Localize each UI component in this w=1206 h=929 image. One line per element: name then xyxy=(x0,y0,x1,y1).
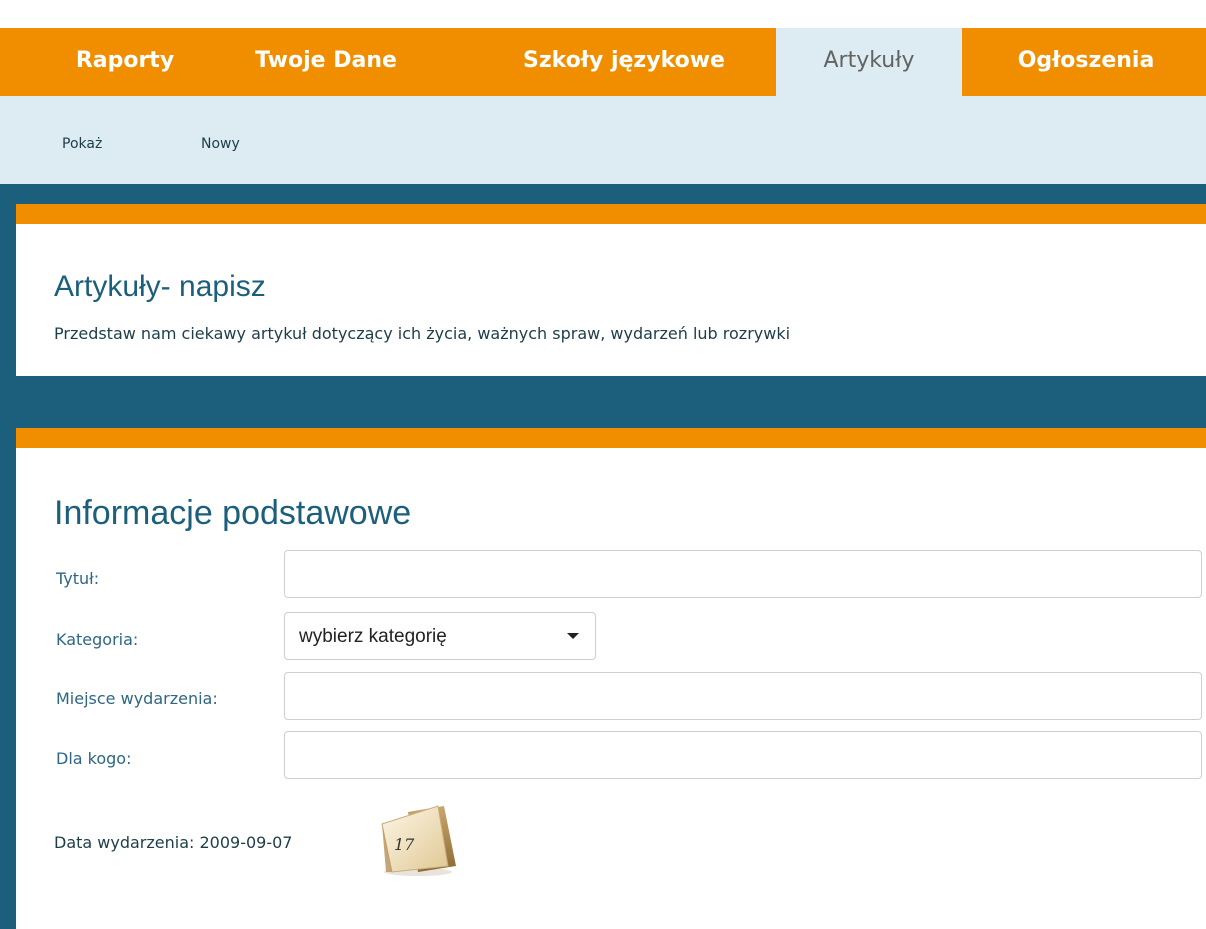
title-label: Tytuł: xyxy=(56,569,100,588)
category-select[interactable]: wybierz kategorię xyxy=(284,612,596,660)
header-accent-bar xyxy=(16,204,1206,224)
subnav-item-nowy[interactable]: Nowy xyxy=(201,136,240,152)
tab-twoje-dane[interactable]: Twoje Dane xyxy=(226,28,426,96)
page-subtitle: Przedstaw nam ciekawy artykuł dotyczący … xyxy=(54,324,791,343)
place-input[interactable] xyxy=(284,672,1202,720)
title-input[interactable] xyxy=(284,550,1202,598)
place-label: Miejsce wydarzenia: xyxy=(56,689,218,708)
event-date-label: Data wydarzenia: 2009-09-07 xyxy=(54,833,293,852)
category-label: Kategoria: xyxy=(56,630,139,649)
tab-raporty[interactable]: Raporty xyxy=(44,28,206,96)
section-title: Informacje podstawowe xyxy=(54,494,412,532)
content-accent-bar xyxy=(16,428,1206,448)
tab-ogloszenia[interactable]: Ogłoszenia xyxy=(996,28,1176,96)
tab-artykuly[interactable]: Artykuły xyxy=(776,28,962,96)
chevron-down-icon xyxy=(567,633,579,639)
subnav-item-pokaz[interactable]: Pokaż xyxy=(62,136,102,152)
category-select-value: wybierz kategorię xyxy=(299,626,447,647)
audience-input[interactable] xyxy=(284,731,1202,779)
tab-szkoly-jezykowe[interactable]: Szkoły językowe xyxy=(494,28,754,96)
calendar-icon[interactable]: 17 xyxy=(372,802,458,876)
audience-label: Dla kogo: xyxy=(56,749,132,768)
calendar-day-number: 17 xyxy=(394,835,415,854)
page-title: Artykuły- napisz xyxy=(54,270,266,303)
sub-navigation: Pokaż Nowy xyxy=(0,96,1206,184)
